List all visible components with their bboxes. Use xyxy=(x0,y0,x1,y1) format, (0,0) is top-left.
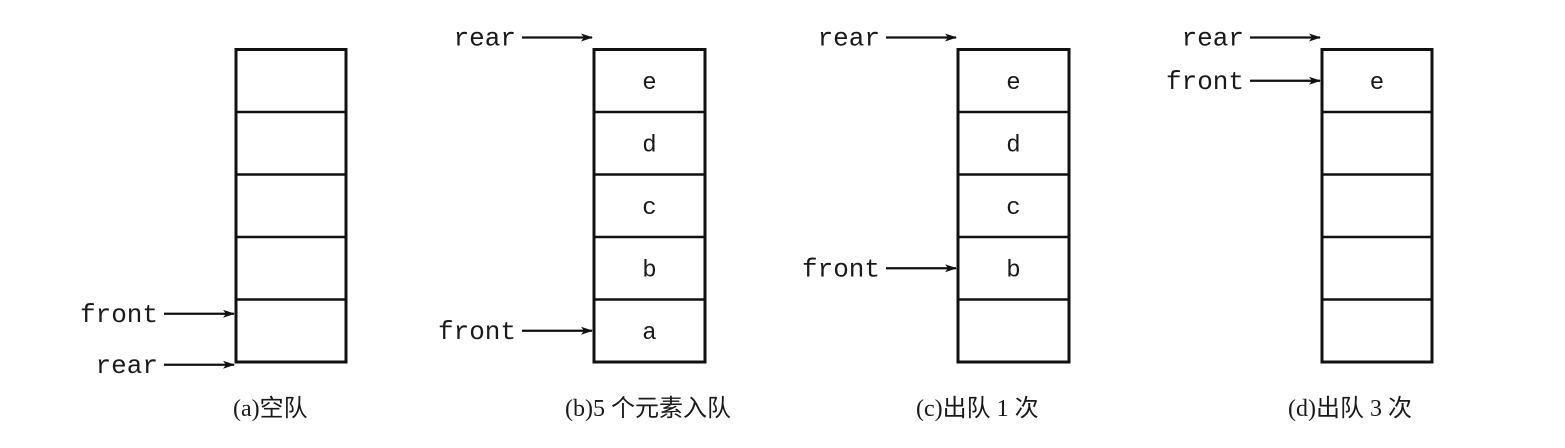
queue-diagram-c: b c d e rear front (c)出队 1 次 xyxy=(802,24,1071,422)
queue-cell-value: e xyxy=(1006,70,1020,97)
diagram-caption: (b)5 个元素入队 xyxy=(565,395,731,422)
queue-cell-value: d xyxy=(642,132,656,159)
front-pointer-label: front xyxy=(438,317,516,347)
rear-pointer-label: rear xyxy=(454,24,516,54)
diagram-caption: (d)出队 3 次 xyxy=(1288,395,1412,422)
queue-cell-value: b xyxy=(642,257,656,284)
queue-cell-value: a xyxy=(642,320,656,347)
rear-pointer-label: rear xyxy=(96,351,158,381)
queue-frame xyxy=(234,48,348,364)
queue-cell-value: b xyxy=(1006,257,1020,284)
front-pointer-label: front xyxy=(1166,67,1244,97)
queue-cell-value: e xyxy=(642,70,656,97)
rear-pointer-label: rear xyxy=(1182,24,1244,54)
queue-cell-value: c xyxy=(1006,195,1020,222)
queue-diagram-a: front rear (a)空队 xyxy=(80,48,348,422)
queue-diagram-d: e rear front (d)出队 3 次 xyxy=(1166,24,1434,422)
diagram-caption: (a)空队 xyxy=(233,395,308,422)
queue-diagram-b: a b c d e rear front (b)5 个元素入队 xyxy=(438,24,731,423)
front-pointer-label: front xyxy=(802,254,880,284)
rear-pointer-label: rear xyxy=(818,24,880,54)
queue-cell-value: d xyxy=(1006,132,1020,159)
queue-cell-value: e xyxy=(1370,70,1384,97)
front-pointer-label: front xyxy=(80,300,158,330)
queue-cell-value: c xyxy=(642,195,656,222)
diagram-caption: (c)出队 1 次 xyxy=(916,395,1039,422)
queue-diagram-canvas: front rear (a)空队 a b c d e rear front (b)5 个元素入队 b c… xyxy=(80,24,1434,423)
